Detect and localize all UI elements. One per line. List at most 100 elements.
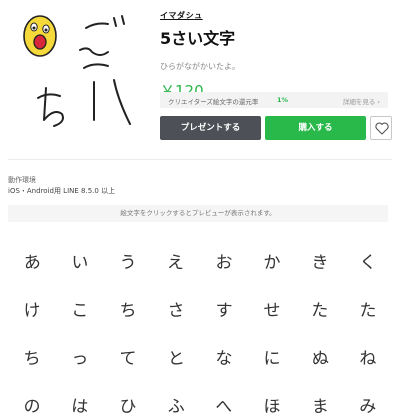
- emoji-character: み: [359, 397, 377, 417]
- emoji-cell[interactable]: せ: [248, 288, 296, 336]
- section-divider: [8, 159, 392, 160]
- emoji-glyph: く: [360, 253, 377, 273]
- buy-button[interactable]: 購入する: [265, 116, 366, 140]
- emoji-cell[interactable]: は: [56, 384, 104, 417]
- return-rate-bar: クリエイターズ絵文字の還元率 1% 詳細を見る ›: [160, 92, 388, 108]
- preview-hint: 絵文字をクリックするとプレビューが表示されます。: [8, 205, 388, 222]
- emoji-character: せ: [263, 301, 281, 322]
- emoji-cell[interactable]: え: [152, 240, 200, 288]
- emoji-character: た: [359, 301, 376, 321]
- emoji-character: の: [23, 397, 41, 417]
- emoji-cell[interactable]: ほ: [248, 384, 296, 417]
- emoji-glyph: ぬ: [311, 348, 330, 369]
- emoji-cell[interactable]: に: [248, 336, 296, 384]
- emoji-cell[interactable]: ぬ: [296, 336, 344, 384]
- emoji-glyph: う: [119, 253, 137, 274]
- emoji-cell[interactable]: へ: [200, 384, 248, 417]
- emoji-glyph: と: [167, 348, 185, 369]
- emoji-character: お: [215, 253, 232, 273]
- emoji-character: に: [263, 349, 280, 369]
- emoji-glyph: た: [310, 300, 329, 321]
- emoji-cell[interactable]: あ: [8, 240, 56, 288]
- emoji-cell[interactable]: と: [152, 336, 200, 384]
- product-info: イマダシュ 5さい文字 ひらがながかいたよ。 ￥120: [160, 10, 392, 101]
- emoji-cell[interactable]: さ: [152, 288, 200, 336]
- environment-title: 動作環境: [8, 176, 36, 184]
- return-rate-details-link[interactable]: 詳細を見る ›: [343, 96, 380, 106]
- emoji-character: う: [119, 253, 137, 274]
- emoji-glyph: た: [359, 301, 376, 321]
- emoji-cell[interactable]: け: [8, 288, 56, 336]
- emoji-glyph: せ: [263, 301, 281, 322]
- emoji-glyph: な: [215, 349, 233, 370]
- emoji-cell[interactable]: み: [344, 384, 392, 417]
- emoji-glyph: ま: [311, 396, 329, 417]
- emoji-character: へ: [215, 396, 233, 417]
- emoji-glyph: に: [263, 349, 280, 369]
- emoji-cell[interactable]: な: [200, 336, 248, 384]
- emoji-character: す: [215, 301, 233, 322]
- emoji-character: き: [311, 252, 329, 273]
- emoji-cell[interactable]: て: [104, 336, 152, 384]
- emoji-glyph: す: [215, 301, 233, 322]
- emoji-cell[interactable]: か: [248, 240, 296, 288]
- emoji-cell[interactable]: お: [200, 240, 248, 288]
- emoji-glyph: ち: [119, 301, 136, 321]
- emoji-character: か: [263, 253, 281, 274]
- emoji-glyph: て: [120, 349, 137, 369]
- environment-value: iOS・Android用 LINE 8.5.0 以上: [8, 187, 116, 195]
- emoji-glyph: あ: [23, 252, 42, 273]
- emoji-cell[interactable]: ち: [8, 336, 56, 384]
- emoji-cell[interactable]: ふ: [152, 384, 200, 417]
- return-rate-value: 1%: [277, 96, 289, 104]
- emoji-character: け: [23, 300, 41, 321]
- emoji-glyph: っ: [71, 348, 89, 369]
- emoji-cell[interactable]: こ: [56, 288, 104, 336]
- emoji-glyph: ほ: [264, 397, 281, 417]
- emoji-glyph: え: [166, 252, 185, 273]
- gift-button[interactable]: プレゼントする: [160, 116, 261, 140]
- emoji-cell[interactable]: ま: [296, 384, 344, 417]
- emoji-cell[interactable]: ひ: [104, 384, 152, 417]
- sticker-face-icon: [23, 15, 57, 57]
- emoji-cell[interactable]: た: [296, 288, 344, 336]
- emoji-cell[interactable]: す: [200, 288, 248, 336]
- emoji-glyph: か: [263, 253, 281, 274]
- emoji-character: な: [215, 349, 233, 370]
- emoji-cell[interactable]: っ: [56, 336, 104, 384]
- emoji-character: い: [71, 253, 89, 274]
- emoji-glyph: い: [71, 253, 89, 274]
- emoji-character: ほ: [264, 397, 281, 417]
- product-description: ひらがながかいたよ。: [160, 62, 240, 71]
- emoji-cell[interactable]: い: [56, 240, 104, 288]
- emoji-glyph: ち: [23, 349, 41, 370]
- emoji-character: ひ: [119, 397, 136, 417]
- emoji-cell[interactable]: く: [344, 240, 392, 288]
- emoji-character: は: [70, 396, 89, 417]
- emoji-character: く: [360, 253, 377, 273]
- sticker-thumbnail: [23, 15, 131, 127]
- emoji-character: え: [166, 252, 185, 273]
- author-link[interactable]: イマダシュ: [160, 10, 392, 21]
- emoji-glyph: け: [23, 300, 41, 321]
- emoji-glyph: へ: [215, 396, 233, 417]
- emoji-character: と: [167, 348, 185, 369]
- emoji-cell[interactable]: き: [296, 240, 344, 288]
- emoji-character: ち: [23, 349, 41, 370]
- product-header: イマダシュ 5さい文字 ひらがながかいたよ。 ￥120 クリエイターズ絵文字の還…: [0, 0, 400, 150]
- like-button[interactable]: [370, 116, 392, 140]
- emoji-glyph: ね: [359, 349, 377, 370]
- emoji-cell[interactable]: た: [344, 288, 392, 336]
- emoji-character: ぬ: [311, 348, 330, 369]
- emoji-cell[interactable]: ね: [344, 336, 392, 384]
- emoji-cell[interactable]: ち: [104, 288, 152, 336]
- emoji-character: こ: [71, 301, 89, 322]
- product-title: 5さい文字: [160, 29, 236, 48]
- emoji-character: て: [120, 349, 137, 369]
- emoji-character: ね: [359, 349, 377, 370]
- heart-outline-icon: [375, 122, 389, 135]
- emoji-character: あ: [23, 252, 42, 273]
- emoji-cell[interactable]: の: [8, 384, 56, 417]
- emoji-glyph: は: [70, 396, 89, 417]
- emoji-cell[interactable]: う: [104, 240, 152, 288]
